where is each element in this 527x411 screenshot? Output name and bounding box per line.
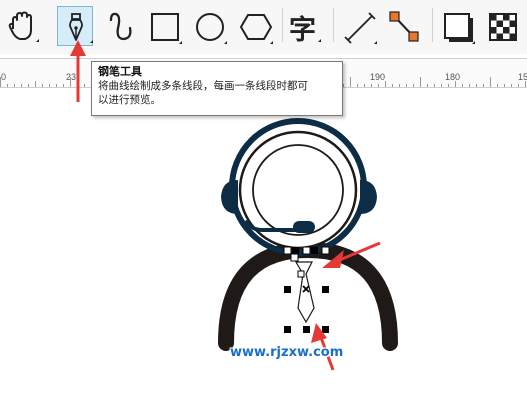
- polygon-tool-button[interactable]: [238, 6, 274, 46]
- ruler-tick: [462, 84, 463, 87]
- mic-head: [293, 221, 315, 233]
- selection-handle[interactable]: [302, 246, 311, 255]
- node-handle[interactable]: [290, 253, 299, 262]
- ellipse-tool-button[interactable]: [192, 6, 228, 46]
- ruler-tick: [434, 84, 435, 87]
- toolbar-separator: [282, 8, 283, 42]
- connector-icon: [389, 11, 419, 42]
- selection-handle[interactable]: [284, 286, 291, 293]
- ruler-tick: [371, 84, 372, 87]
- ruler-tick: [343, 84, 344, 87]
- ruler-tick: [469, 84, 470, 87]
- hand-icon: [8, 11, 39, 42]
- ellipse-icon: [196, 13, 227, 44]
- selection-handle[interactable]: [322, 326, 329, 333]
- connector-tool-button[interactable]: [386, 6, 422, 46]
- dimension-line-icon: [344, 12, 377, 44]
- ruler-tick: [56, 84, 57, 87]
- tooltip-title: 钢笔工具: [98, 66, 142, 78]
- tooltip-line: 以进行预览。: [98, 94, 161, 106]
- ruler-tick: [21, 84, 22, 87]
- curve-icon: [109, 12, 132, 41]
- drawing-artwork: [218, 118, 398, 371]
- tooltip-line: 将曲线绘制成多条线段，每画一条线段时都可: [98, 80, 308, 92]
- ruler-tick: [399, 84, 400, 87]
- left-ear-cup: [221, 180, 238, 214]
- right-ear-cup: [360, 180, 377, 214]
- ruler-tick: [427, 84, 428, 87]
- bspline-tool-button[interactable]: [104, 6, 140, 46]
- ruler-tick: [28, 84, 29, 87]
- ruler-tick: [364, 84, 365, 87]
- ruler-label: 190: [370, 72, 386, 82]
- node-handle[interactable]: [297, 270, 305, 278]
- drop-shadow-tool-button[interactable]: [440, 6, 476, 46]
- ruler-tick: [497, 84, 498, 87]
- selection-handle[interactable]: [322, 286, 329, 293]
- drop-shadow-icon: [444, 13, 475, 44]
- rectangle-icon: [151, 13, 182, 44]
- ruler-tick: [406, 84, 407, 87]
- ruler-tick: [413, 84, 414, 87]
- drawing-canvas[interactable]: [0, 88, 527, 411]
- ruler-tick: [490, 77, 491, 87]
- toolbar-separator: [333, 8, 334, 42]
- ruler-tick: [476, 84, 477, 87]
- rectangle-tool-button[interactable]: [147, 6, 183, 46]
- ruler-tick: [14, 84, 15, 87]
- transparency-tool-button[interactable]: [485, 6, 521, 46]
- ruler-tick: [42, 84, 43, 87]
- ruler-tick: [7, 84, 8, 87]
- ruler-tick: [420, 77, 421, 87]
- selection-handle[interactable]: [303, 326, 310, 333]
- annotation-arrow-head: [70, 40, 86, 56]
- ruler-tick: [511, 84, 512, 87]
- ruler-tick: [350, 77, 351, 87]
- ruler-tick: [385, 81, 386, 87]
- ruler-label: 0: [1, 72, 7, 82]
- selection-handle[interactable]: [292, 247, 299, 254]
- selection-handle[interactable]: [283, 246, 292, 255]
- ruler-tick: [357, 84, 358, 87]
- selection-handle[interactable]: [321, 246, 330, 255]
- ruler-tick: [49, 84, 50, 87]
- selection-handle[interactable]: [284, 326, 291, 333]
- ruler-tick: [35, 81, 36, 87]
- text-tool-glyph: 字: [289, 15, 316, 46]
- dimension-tool-button[interactable]: [342, 6, 378, 46]
- watermark-text: www.rjzxw.com: [230, 345, 344, 360]
- pen-tool-arrow: [70, 40, 86, 102]
- selection-handle[interactable]: [311, 247, 318, 254]
- toolbar-separator: [432, 8, 433, 42]
- ruler-tick: [448, 84, 449, 87]
- pan-tool-button[interactable]: [4, 6, 40, 46]
- ruler-tick: [392, 84, 393, 87]
- ruler-tick: [504, 84, 505, 87]
- ruler-tick: [378, 84, 379, 87]
- ruler-tick: [441, 84, 442, 87]
- ruler-tick: [525, 81, 526, 87]
- pen-tool-tooltip: 钢笔工具 将曲线绘制成多条线段，每画一条线段时都可 以进行预览。: [91, 61, 343, 116]
- ruler-tick: [455, 81, 456, 87]
- ruler-tick: [0, 77, 1, 87]
- hexagon-icon: [239, 14, 273, 44]
- ruler-tick: [518, 84, 519, 87]
- ruler-label: 180: [445, 72, 461, 82]
- ruler-tick: [483, 84, 484, 87]
- checkerboard-icon: [489, 13, 517, 41]
